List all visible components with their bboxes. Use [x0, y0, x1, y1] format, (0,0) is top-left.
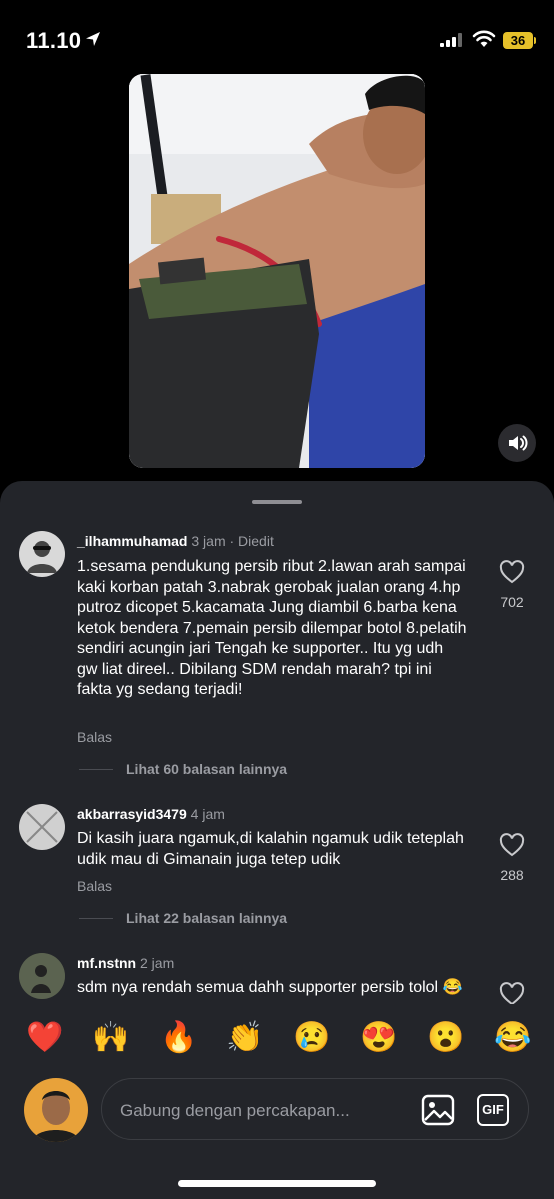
emoji-raised-hands-button[interactable]: 🙌	[92, 1020, 129, 1056]
emoji-clap-button[interactable]: 👏	[226, 1020, 263, 1056]
current-user-photo	[24, 1078, 88, 1142]
view-replies-button[interactable]: Lihat 22 balasan lainnya	[126, 910, 287, 926]
comment-text: Di kasih juara ngamuk,di kalahin ngamuk …	[77, 830, 464, 868]
emoji-laugh-button[interactable]: 😂	[494, 1020, 531, 1056]
comment-meta: 2 jam	[140, 955, 175, 971]
like-count: 702	[500, 594, 524, 610]
comment-meta: 3 jam · Diedit	[191, 533, 274, 549]
comment-username[interactable]: mf.nstnn 2 jam	[77, 955, 174, 971]
video-frame-illustration	[129, 74, 425, 468]
comment-text: sdm nya rendah semua dahh supporter pers…	[77, 979, 463, 996]
battery-tip	[534, 37, 536, 44]
avatar[interactable]	[19, 531, 65, 577]
comment-meta: 4 jam	[190, 806, 225, 822]
status-time: 11.10	[26, 28, 82, 53]
heart-icon[interactable]	[499, 833, 525, 857]
wifi-icon	[472, 30, 496, 47]
divider	[79, 769, 113, 770]
comment-username[interactable]: _ilhammuhamad 3 jam · Diedit	[77, 533, 274, 549]
home-indicator	[178, 1180, 376, 1187]
sheet-grabber[interactable]	[252, 500, 302, 504]
emoji-heart-eyes-button[interactable]: 😍	[360, 1020, 397, 1056]
emoji-cry-button[interactable]: 😢	[293, 1020, 330, 1056]
volume-button[interactable]	[498, 424, 536, 462]
quick-reactions-bar	[0, 1004, 554, 1074]
comment-input-placeholder[interactable]: Gabung dengan percakapan...	[120, 1101, 350, 1121]
current-user-avatar[interactable]	[24, 1078, 88, 1142]
signal-icon	[440, 33, 462, 47]
gif-button[interactable]: GIF	[477, 1094, 509, 1126]
battery-indicator: 36	[503, 32, 533, 49]
divider	[79, 918, 113, 919]
location-arrow-icon	[86, 32, 100, 46]
image-picker-icon[interactable]	[421, 1094, 455, 1126]
reply-button[interactable]: Balas	[77, 729, 112, 745]
speaker-icon	[509, 435, 528, 451]
emoji-fire-button[interactable]: 🔥	[160, 1020, 197, 1056]
heart-icon[interactable]	[499, 560, 525, 584]
username-text[interactable]: _ilhammuhamad	[77, 533, 187, 549]
placeholder-avatar-icon	[26, 811, 58, 843]
avatar[interactable]	[19, 953, 65, 999]
emoji-heart-button[interactable]: ❤️	[26, 1020, 63, 1056]
avatar[interactable]	[19, 804, 65, 850]
reply-button[interactable]: Balas	[77, 878, 112, 894]
username-text[interactable]: mf.nstnn	[77, 955, 136, 971]
user-avatar-icon	[27, 541, 57, 573]
comment-username[interactable]: akbarrasyid3479 4 jam	[77, 806, 225, 822]
video-player[interactable]	[129, 74, 425, 468]
like-count: 288	[500, 867, 524, 883]
emoji-surprised-button[interactable]: 😮	[427, 1020, 464, 1056]
username-text[interactable]: akbarrasyid3479	[77, 806, 187, 822]
comment-text: 1.sesama pendukung persib ribut 2.lawan …	[77, 558, 467, 698]
user-avatar-icon	[19, 953, 65, 999]
heart-icon[interactable]	[499, 982, 525, 1006]
status-bar: 11.10 36	[0, 0, 554, 80]
view-replies-button[interactable]: Lihat 60 balasan lainnya	[126, 761, 287, 777]
